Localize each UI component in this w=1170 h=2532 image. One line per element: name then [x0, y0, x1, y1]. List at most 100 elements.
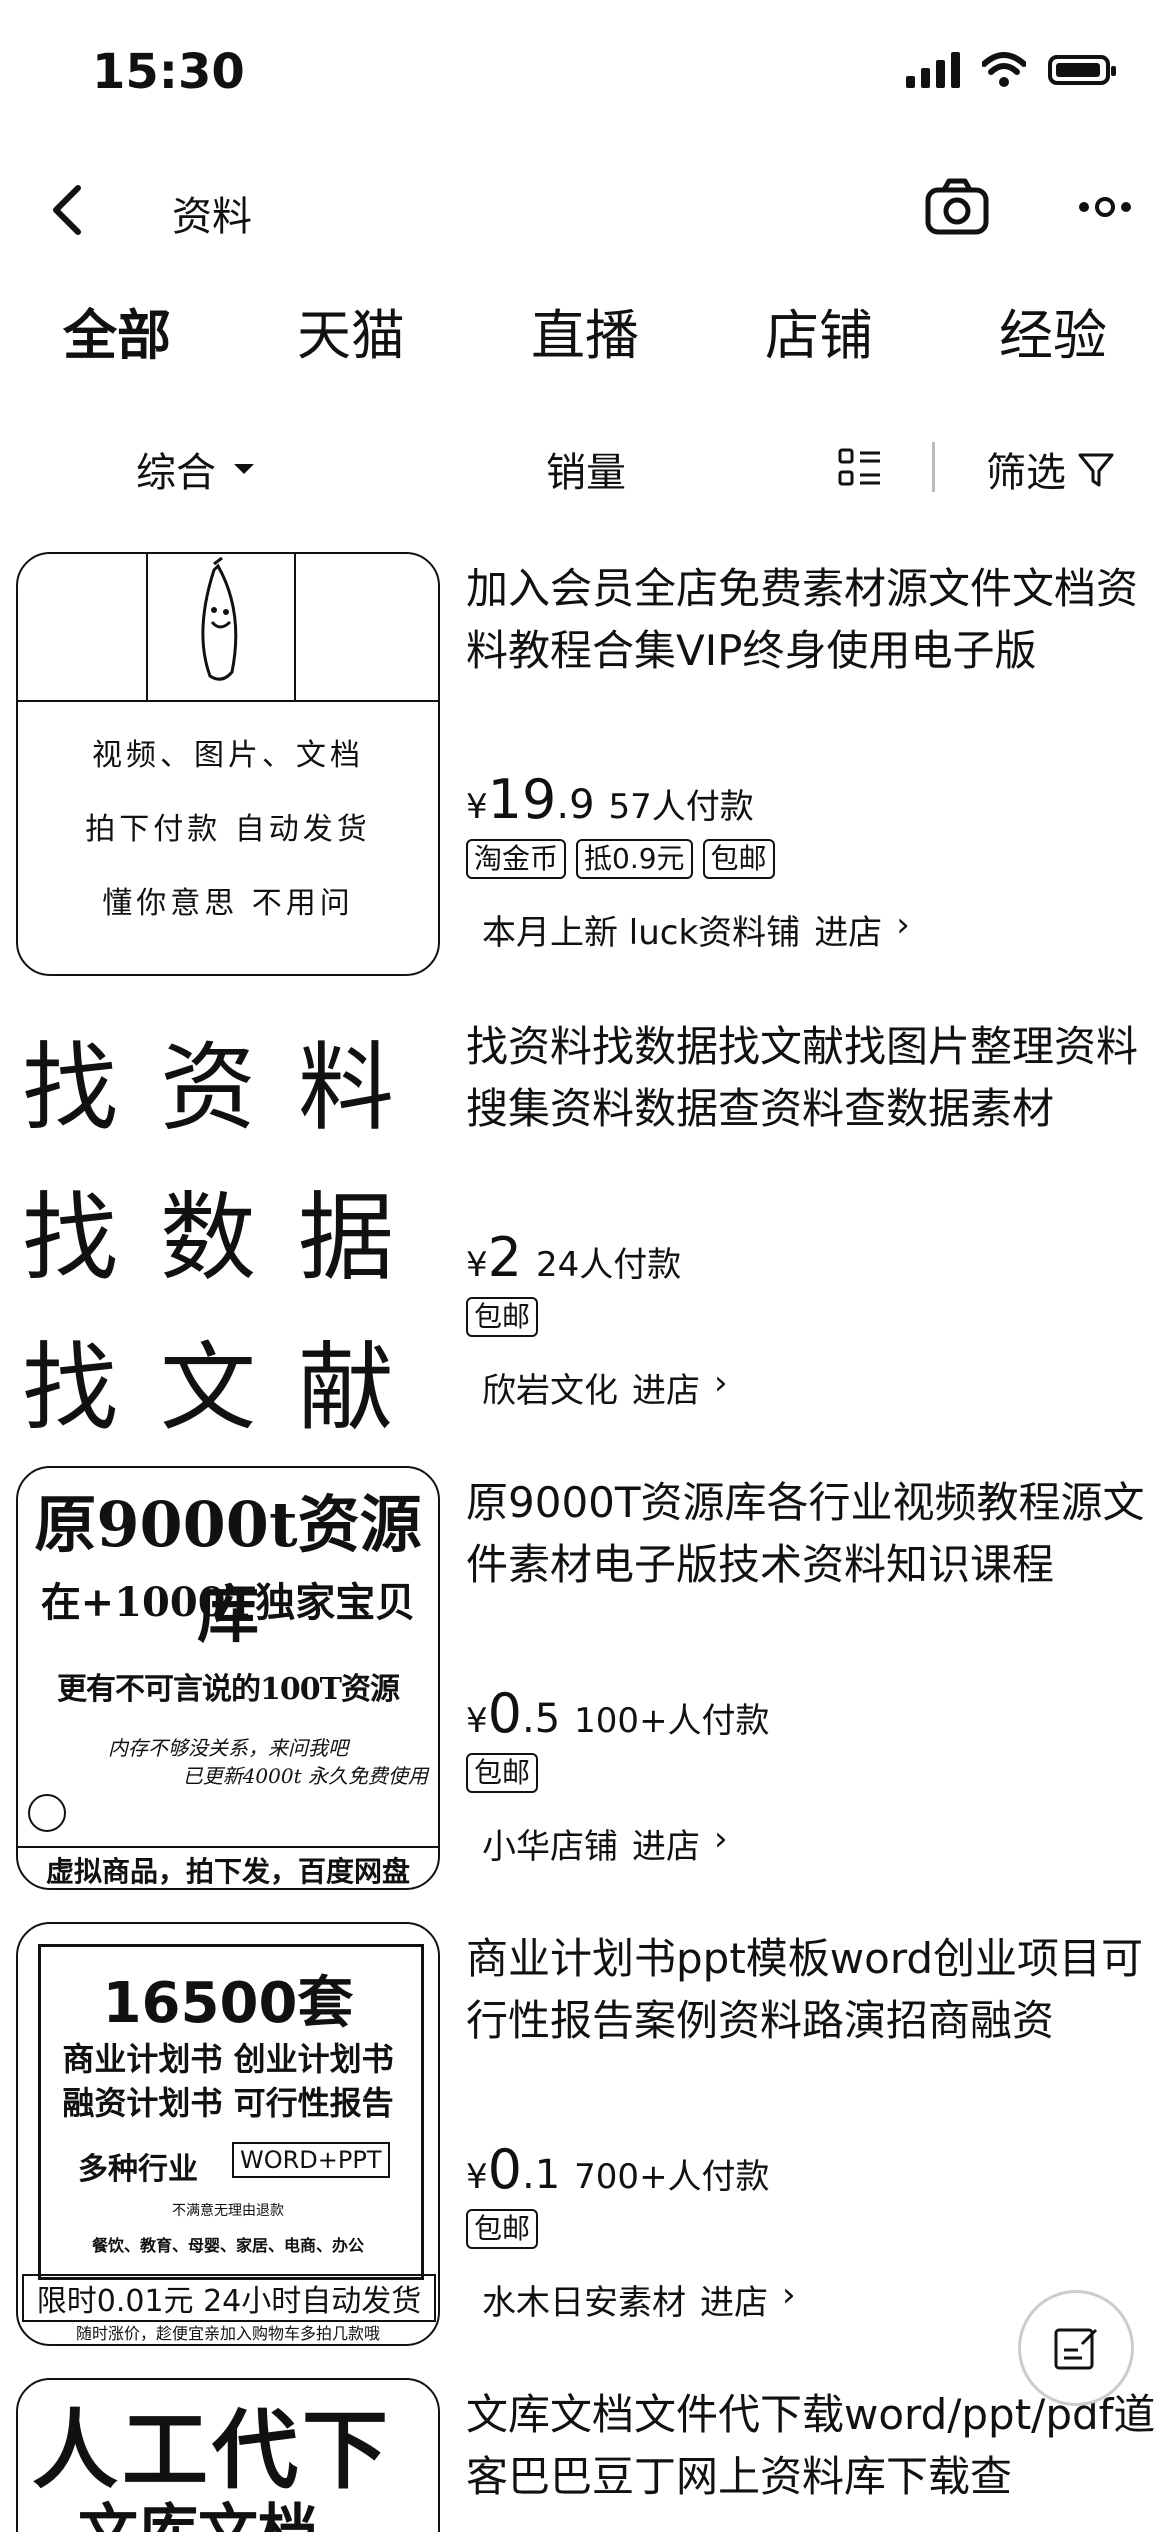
promo-tags: 淘金币 抵0.9元 包邮	[466, 839, 1156, 879]
price-row: ¥0.1 700+人付款	[466, 2138, 1156, 2201]
promo-tags: 包邮	[466, 1297, 1156, 1337]
shop-name: 欣岩文化	[482, 1371, 618, 1411]
floating-edit-button[interactable]	[1018, 2290, 1134, 2406]
product-thumbnail[interactable]: 原9000t资源库 在+1000T独家宝贝 更有不可言说的100T资源 内存不够…	[16, 1466, 440, 1890]
price-decimal: .9	[556, 782, 595, 828]
thumb-line: 虚拟商品，拍下发，百度网盘	[18, 1846, 438, 1888]
product-price: ¥19.9	[466, 768, 595, 831]
product-title[interactable]: 商业计划书ppt模板word创业项目可行性报告案例资料路演招商融资	[466, 1928, 1156, 2052]
thumb-line: 16500套	[102, 1971, 354, 2036]
product-title[interactable]: 找资料找数据找文献找图片整理资料搜集资料数据查资料查数据素材	[466, 1016, 1156, 1140]
sold-count: 24人付款	[536, 1245, 682, 1285]
sold-count: 700+人付款	[574, 2157, 770, 2197]
list-view-toggle-icon[interactable]	[838, 448, 882, 488]
sort-dropdown[interactable]: 综合	[136, 440, 254, 498]
search-tabs: 全部 天猫 直播 店铺 经验	[0, 280, 1170, 380]
enter-shop-label: 进店	[814, 913, 883, 953]
thumb-line: 限时0.01元 24小时自动发货	[22, 2274, 436, 2322]
price-integer: 0	[487, 1682, 522, 1745]
product-card[interactable]: 16500套 商业计划书 创业计划书 融资计划书 可行性报告 多种行业 WORD…	[0, 1922, 1170, 2362]
shop-name: 水木日安素材	[482, 2283, 686, 2323]
product-title[interactable]: 文库文档文件代下载word/ppt/pdf道客巴巴豆丁网上资料库下载查	[466, 2384, 1156, 2508]
product-card[interactable]: 人工代下 文库文档 文库文档文件代下载word/ppt/pdf道客巴巴豆丁网上资…	[0, 2378, 1170, 2532]
thumb-line: 已更新4000t 永久免费使用	[182, 1764, 428, 1788]
product-info: 加入会员全店免费素材源文件文档资料教程合集VIP终身使用电子版 ¥19.9 57…	[466, 552, 1156, 954]
navigation-bar: 资料	[0, 150, 1170, 270]
shop-link[interactable]: 小华店铺 进店 ›	[466, 1819, 1156, 1868]
thumb-line: 不满意无理由退款	[172, 2203, 284, 2219]
promo-tags: 包邮	[466, 2209, 1156, 2249]
promo-tag: 包邮	[702, 839, 775, 879]
enter-shop-label: 进店	[700, 2283, 768, 2323]
price-decimal: .5	[522, 1696, 561, 1742]
caret-down-icon	[234, 464, 254, 474]
sales-label: 销量	[546, 450, 626, 496]
status-icons	[906, 52, 1116, 88]
product-card[interactable]: 视频、图片、文档 拍下付款 自动发货 懂你意思 不用问 加入会员全店免费素材源文…	[0, 552, 1170, 992]
chevron-right-icon: ›	[714, 1363, 728, 1403]
edit-note-icon	[1054, 2328, 1098, 2370]
product-card[interactable]: 找资料 找数据 找文献 找资料找数据找文献找图片整理资料搜集资料数据查资料查数据…	[0, 1010, 1170, 1450]
product-info: 找资料找数据找文献找图片整理资料搜集资料数据查资料查数据素材 ¥2 24人付款 …	[466, 1010, 1156, 1412]
price-row: ¥2 24人付款	[466, 1226, 1156, 1289]
filter-bar: 综合 销量 筛选	[0, 420, 1170, 520]
banana-mascot-icon	[201, 556, 238, 681]
tab-live[interactable]: 直播	[511, 291, 659, 370]
thumb-line: 找数据	[22, 1182, 436, 1294]
thumb-line: 找文献	[22, 1332, 436, 1434]
product-price: ¥0.5	[466, 1682, 560, 1745]
currency-symbol: ¥	[466, 1245, 488, 1285]
product-thumbnail[interactable]: 人工代下 文库文档	[16, 2378, 440, 2532]
enter-shop-label: 进店	[632, 1827, 700, 1867]
more-options-icon[interactable]	[1070, 172, 1140, 242]
product-info: 商业计划书ppt模板word创业项目可行性报告案例资料路演招商融资 ¥0.1 7…	[466, 1922, 1156, 2324]
price-integer: 19	[487, 768, 557, 831]
product-title[interactable]: 加入会员全店免费素材源文件文档资料教程合集VIP终身使用电子版	[466, 558, 1156, 682]
thumb-line: WORD+PPT	[232, 2142, 390, 2178]
tab-experience[interactable]: 经验	[979, 291, 1127, 370]
product-price: ¥0.1	[466, 2138, 560, 2201]
promo-tag: 包邮	[466, 1297, 539, 1337]
product-title[interactable]: 原9000T资源库各行业视频教程源文件素材电子版技术资料知识课程	[466, 1472, 1156, 1596]
tab-tmall[interactable]: 天猫	[277, 291, 425, 370]
funnel-icon	[1078, 453, 1114, 487]
chevron-right-icon: ›	[896, 905, 910, 945]
price-row: ¥19.9 57人付款	[466, 768, 1156, 831]
promo-tag: 包邮	[466, 2209, 539, 2249]
thumb-line: 视频、图片、文档	[92, 738, 364, 773]
back-arrow-icon[interactable]	[40, 180, 100, 240]
thumb-line: 商业计划书 创业计划书	[62, 2040, 394, 2078]
sales-sort-button[interactable]: 销量	[546, 440, 626, 498]
product-thumbnail[interactable]: 找资料 找数据 找文献	[16, 1010, 440, 1434]
currency-symbol: ¥	[466, 787, 488, 827]
price-row: ¥0.5 100+人付款	[466, 1682, 1156, 1745]
thumb-line: 在+1000T独家宝贝	[40, 1579, 416, 1626]
promo-tag: 淘金币	[466, 839, 567, 879]
thumb-line: 找资料	[22, 1032, 436, 1144]
search-query-title[interactable]: 资料	[172, 184, 252, 242]
product-thumbnail[interactable]: 视频、图片、文档 拍下付款 自动发货 懂你意思 不用问	[16, 552, 440, 976]
product-thumbnail[interactable]: 16500套 商业计划书 创业计划书 融资计划书 可行性报告 多种行业 WORD…	[16, 1922, 440, 2346]
filter-button[interactable]: 筛选	[986, 440, 1116, 498]
camera-icon[interactable]	[922, 172, 992, 242]
product-card[interactable]: 原9000t资源库 在+1000T独家宝贝 更有不可言说的100T资源 内存不够…	[0, 1466, 1170, 1906]
product-price: ¥2	[466, 1226, 522, 1289]
thumb-line: 文库文档	[78, 2484, 318, 2532]
thumb-line: 融资计划书 可行性报告	[62, 2084, 394, 2122]
shop-name: 小华店铺	[482, 1827, 618, 1867]
shop-link[interactable]: 欣岩文化 进店 ›	[466, 1363, 1156, 1412]
price-integer: 2	[487, 1226, 522, 1289]
shop-link[interactable]: 本月上新 luck资料铺 进店 ›	[466, 905, 1156, 954]
tab-shops[interactable]: 店铺	[745, 291, 893, 370]
tab-all[interactable]: 全部	[43, 291, 191, 370]
currency-symbol: ¥	[466, 2157, 488, 2197]
promo-tag: 包邮	[466, 1753, 539, 1793]
price-decimal: .1	[522, 2152, 561, 2198]
thumb-line: 内存不够没关系，来问我吧	[108, 1736, 348, 1760]
promo-tags: 包邮	[466, 1753, 1156, 1793]
sold-count: 100+人付款	[574, 1701, 770, 1741]
enter-shop-label: 进店	[632, 1371, 700, 1411]
thumb-line: 多种行业	[78, 2152, 198, 2187]
chevron-right-icon: ›	[782, 2275, 796, 2315]
promo-tag: 抵0.9元	[576, 839, 693, 879]
